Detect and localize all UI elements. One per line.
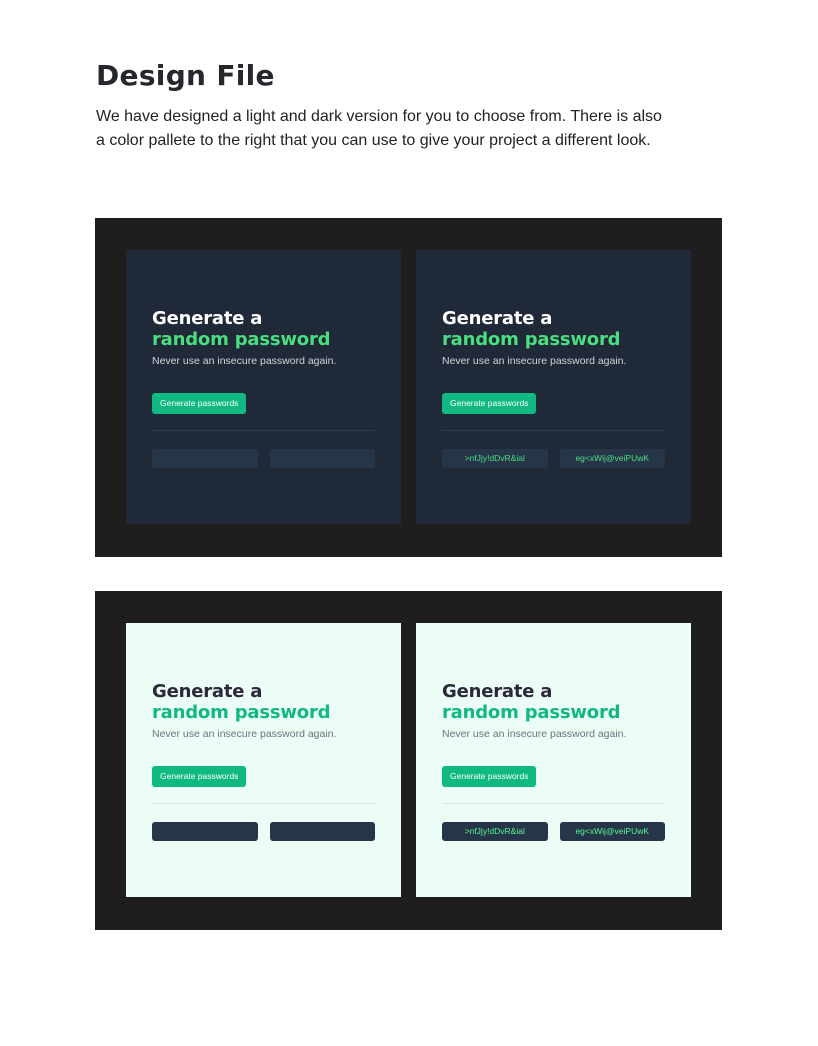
card-heading: Generate a random password: [442, 308, 665, 350]
divider: [152, 430, 375, 431]
divider: [442, 803, 665, 804]
password-row: >nfJjy!dDvR&ial eg<xWij@veiPUwK: [442, 449, 665, 468]
heading-line-1: Generate a: [442, 681, 553, 702]
password-row: >nfJjy!dDvR&ial eg<xWij@veiPUwK: [442, 822, 665, 841]
heading-line-2: random password: [442, 702, 621, 723]
divider: [442, 430, 665, 431]
heading-line-1: Generate a: [442, 308, 553, 329]
card-heading: Generate a random password: [152, 681, 375, 723]
card-subtitle: Never use an insecure password again.: [152, 355, 337, 367]
password-field-1[interactable]: [152, 449, 258, 468]
generate-passwords-button[interactable]: Generate passwords: [152, 393, 247, 414]
card-heading: Generate a random password: [152, 308, 375, 350]
password-field-1[interactable]: [152, 822, 258, 841]
heading-line-2: random password: [152, 329, 331, 350]
generate-passwords-button[interactable]: Generate passwords: [442, 393, 537, 414]
intro-paragraph: We have designed a light and dark versio…: [96, 108, 662, 149]
dark-card-filled: Generate a random password Never use an …: [416, 250, 691, 524]
light-card-empty: Generate a random password Never use an …: [126, 623, 401, 897]
heading-line-2: random password: [442, 329, 621, 350]
card-subtitle: Never use an insecure password again.: [442, 728, 627, 740]
page-title: Design File: [96, 59, 275, 92]
card-subtitle: Never use an insecure password again.: [152, 728, 337, 740]
password-field-2[interactable]: [269, 449, 375, 468]
light-version-frame: Generate a random password Never use an …: [95, 591, 722, 930]
password-field-2[interactable]: [269, 822, 375, 841]
generate-passwords-button[interactable]: Generate passwords: [152, 766, 247, 787]
card-heading: Generate a random password: [442, 681, 665, 723]
dark-card-empty: Generate a random password Never use an …: [126, 250, 401, 524]
password-field-1[interactable]: >nfJjy!dDvR&ial: [442, 822, 548, 841]
divider: [152, 803, 375, 804]
password-field-2[interactable]: eg<xWij@veiPUwK: [559, 822, 665, 841]
dark-version-frame: Generate a random password Never use an …: [95, 218, 722, 557]
heading-line-1: Generate a: [152, 308, 263, 329]
password-row: [152, 449, 375, 468]
password-row: [152, 822, 375, 841]
light-card-filled: Generate a random password Never use an …: [416, 623, 691, 897]
generate-passwords-button[interactable]: Generate passwords: [442, 766, 537, 787]
card-subtitle: Never use an insecure password again.: [442, 355, 627, 367]
heading-line-1: Generate a: [152, 681, 263, 702]
heading-line-2: random password: [152, 702, 331, 723]
password-field-1[interactable]: >nfJjy!dDvR&ial: [442, 449, 548, 468]
password-field-2[interactable]: eg<xWij@veiPUwK: [559, 449, 665, 468]
